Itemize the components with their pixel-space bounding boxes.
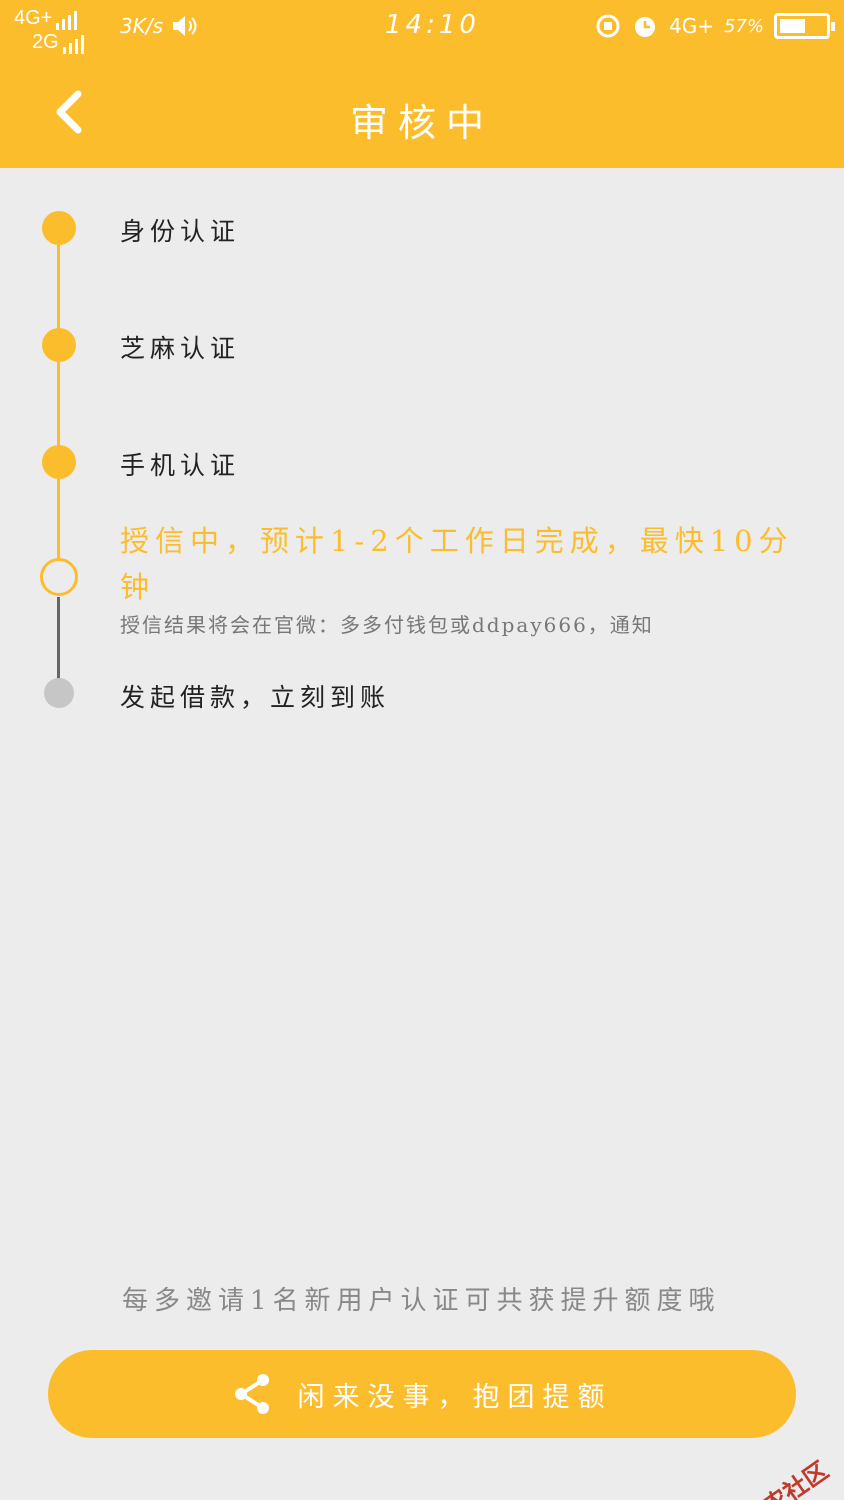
signal-indicator: 4G+ 2G — [14, 6, 84, 54]
step-label: 手机认证 — [120, 451, 241, 480]
step-dot-done — [42, 445, 76, 479]
signal-bars-icon — [56, 10, 78, 30]
share-icon — [234, 1374, 269, 1414]
app-bar: 4G+ 2G 3K/s 14:10 4G+ 57% 审核中 — [0, 0, 844, 168]
step-label: 芝麻认证 — [120, 334, 241, 363]
step-dot-pending — [44, 678, 74, 708]
status-bar: 4G+ 2G 3K/s 14:10 4G+ 57% — [0, 0, 844, 60]
rotation-lock-icon — [596, 14, 620, 38]
step-label: 身份认证 — [120, 217, 241, 246]
signal-top-label: 4G+ — [14, 7, 53, 29]
cta-label: 闲来没事，抱团提额 — [297, 1381, 613, 1413]
battery-label: 57% — [723, 15, 764, 37]
step-dot-done — [42, 211, 76, 245]
step-dot-done — [42, 328, 76, 362]
page-title: 审核中 — [349, 101, 494, 145]
step-note: 授信结果将会在官微：多多付钱包或ddpay666，通知 — [120, 613, 654, 637]
network-label: 4G+ — [669, 14, 714, 38]
speed-label: 3K/s — [120, 14, 163, 38]
alarm-icon — [635, 17, 655, 37]
network-speed: 3K/s — [120, 14, 199, 38]
group-boost-button[interactable]: 闲来没事，抱团提额 — [48, 1350, 796, 1438]
step-label: 发起借款，立刻到账 — [120, 683, 391, 712]
step-dot-current — [40, 558, 78, 596]
step-label-current: 授信中，预计1-2个工作日完成，最快10分钟 — [120, 524, 794, 604]
invite-text: 每多邀请1名新用户认证可共获提升额度哦 — [122, 1286, 721, 1316]
status-time: 14:10 — [385, 10, 480, 40]
status-right: 4G+ 57% — [595, 12, 835, 40]
volume-icon — [173, 16, 197, 36]
signal-bottom-label: 2G — [32, 31, 59, 53]
battery-icon — [774, 13, 835, 39]
timeline-line-done — [57, 228, 60, 578]
signal-bars-icon — [62, 34, 84, 54]
watermark-logo: 卡农社区 — [739, 1457, 834, 1500]
